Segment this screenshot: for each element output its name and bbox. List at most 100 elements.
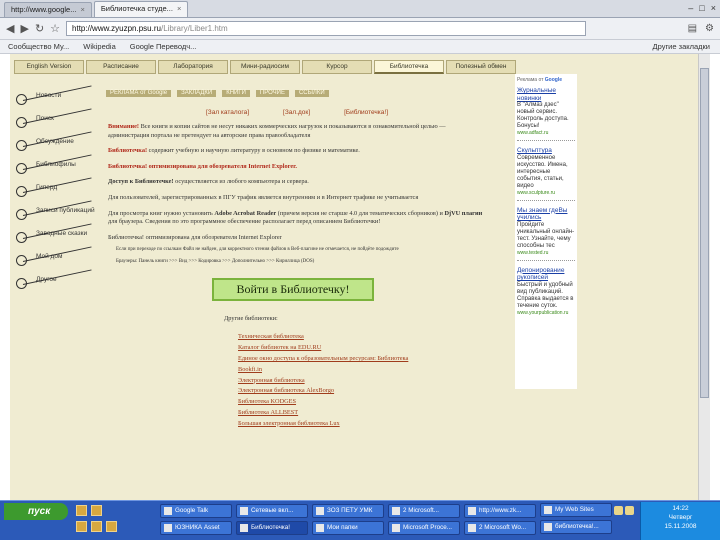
ad-desc: Пройдите уникальный онлайн-тест. Узнайте… bbox=[517, 221, 575, 249]
browser-tab-active[interactable]: Библиотечка студе... × bbox=[93, 1, 189, 17]
tray-icon[interactable] bbox=[625, 506, 634, 515]
close-icon[interactable]: × bbox=[80, 5, 84, 14]
subtab[interactable]: ЗАКЛАДКИ bbox=[177, 90, 217, 97]
close-icon[interactable]: × bbox=[177, 4, 181, 13]
app-icon[interactable] bbox=[106, 521, 117, 532]
taskbar-button[interactable]: ЮЗНИКА Asset bbox=[160, 521, 232, 535]
library-link[interactable]: Каталог библиотек на EDU.RU bbox=[238, 343, 492, 354]
taskbar-button[interactable]: http://www.zk... bbox=[464, 504, 536, 518]
leftnav-item[interactable]: Другое bbox=[14, 269, 104, 297]
leftnav-label: Мой дом bbox=[36, 253, 63, 260]
close-window-icon[interactable]: × bbox=[711, 3, 716, 13]
reader-text: Для просмотра книг нужно установить bbox=[108, 209, 215, 217]
topnav-item[interactable]: Полезный обмен bbox=[446, 60, 516, 74]
library-link[interactable]: Техническая библиотека bbox=[238, 332, 492, 343]
browser-tab[interactable]: http://www.google... × bbox=[4, 2, 92, 17]
topnav-item-active[interactable]: Библиотечка bbox=[374, 60, 444, 74]
djvu-link[interactable]: DjVU плагин bbox=[444, 210, 482, 217]
back-icon[interactable]: ◀ bbox=[6, 22, 14, 35]
ad-desc: Быстрый и удобный вид публикаций. Справк… bbox=[517, 281, 574, 309]
ad-url[interactable]: www.yourpublication.ru bbox=[517, 310, 575, 316]
section-link[interactable]: [Библиотечка!] bbox=[344, 109, 388, 116]
tray-icon[interactable] bbox=[614, 506, 623, 515]
subtab[interactable]: РЕКЛАМА от Google bbox=[106, 90, 172, 97]
taskbar-button[interactable]: библиотечка!... bbox=[540, 520, 612, 534]
bookmarks-bar: Сообщество Му... Wikipedia Google Перево… bbox=[0, 40, 720, 54]
taskbar-button[interactable]: Google Talk bbox=[160, 504, 232, 518]
bookmark-item[interactable]: Google Переводч... bbox=[130, 42, 197, 51]
ad-title[interactable]: Депонирование рукописей bbox=[517, 267, 575, 282]
maximize-icon[interactable]: □ bbox=[699, 3, 704, 13]
subtab[interactable]: ССЫЛКИ bbox=[294, 90, 329, 97]
library-link[interactable]: Библиотека KODGES bbox=[238, 397, 492, 408]
leftnav-label: Гиперд bbox=[36, 184, 58, 191]
bookmark-item[interactable]: Wikipedia bbox=[83, 42, 116, 51]
library-link[interactable]: Электронная библиотека AlexBorgo bbox=[238, 386, 492, 397]
reader-link[interactable]: Adobe Acrobat Reader bbox=[214, 210, 276, 217]
library-link[interactable]: Единое окно доступа к образовательным ре… bbox=[238, 354, 492, 365]
other-bookmarks[interactable]: Другие закладки bbox=[653, 42, 710, 51]
taskbar-button-active[interactable]: Библиотечка! bbox=[236, 521, 308, 535]
topnav-item[interactable]: Мини-радиосим bbox=[230, 60, 300, 74]
forward-icon[interactable]: ▶ bbox=[20, 22, 28, 35]
taskbar-button[interactable]: 2 Microsoft... bbox=[388, 504, 460, 518]
minimize-icon[interactable]: – bbox=[688, 3, 693, 13]
reader-text: (причем версия не старше 4.0 для тематич… bbox=[276, 209, 445, 217]
site-leftnav: Новости Поиск Обсуждение Библиофилы Гипе… bbox=[14, 85, 104, 297]
scrollbar-thumb[interactable] bbox=[700, 68, 709, 398]
browser-tabbar: http://www.google... × Библиотечка студе.… bbox=[0, 0, 720, 18]
library-link[interactable]: Библиотека ALLBEST bbox=[238, 408, 492, 419]
library-link[interactable]: Большая электронная библиотека Lux bbox=[238, 419, 492, 430]
optimized-note-2: Библиотечка! оптимизирована для обозрева… bbox=[108, 233, 282, 241]
google-ads-panel: Реклама от Google Журнальные новинки В "… bbox=[515, 74, 577, 389]
taskbar-button[interactable]: Мои папки bbox=[312, 521, 384, 535]
google-logo[interactable]: Google bbox=[545, 77, 562, 83]
subtab[interactable]: ПРОЧИЕ bbox=[255, 90, 289, 97]
bookmark-item[interactable]: Сообщество Му... bbox=[8, 42, 69, 51]
taskbar-button[interactable]: Microsoft Proce... bbox=[388, 521, 460, 535]
sub-tabs: РЕКЛАМА от Google ЗАКЛАДКИ КНИГИ ПРОЧИЕ … bbox=[102, 90, 492, 97]
section-link[interactable]: [Зал каталога] bbox=[206, 109, 249, 116]
url-field[interactable]: http://www.zyuzpn.psu.ru/Library/Liber1.… bbox=[66, 21, 587, 36]
ad-url[interactable]: www.adfact.ru bbox=[517, 130, 575, 136]
clock[interactable]: 14:22 Четверг 15.11.2008 bbox=[640, 502, 720, 540]
divider bbox=[517, 140, 575, 141]
ad-url[interactable]: www.sculpture.ru bbox=[517, 190, 575, 196]
enter-library-button[interactable]: Войти в Библиотечку! bbox=[212, 278, 374, 302]
topnav-item[interactable]: Лаборатория bbox=[158, 60, 228, 74]
topnav-item[interactable]: Курсор bbox=[302, 60, 372, 74]
subtab[interactable]: КНИГИ bbox=[222, 90, 250, 97]
library-link[interactable]: Bookfi.in bbox=[238, 365, 492, 376]
taskbar-button[interactable]: ЗОЗ ПЕТУ УМК bbox=[312, 504, 384, 518]
desktop-icon[interactable] bbox=[76, 521, 87, 532]
ad-item: Мы знаем гдеВы учились Пройдите уникальн… bbox=[517, 207, 575, 261]
star-icon[interactable]: ☆ bbox=[50, 22, 60, 35]
page-icon[interactable]: ▤ bbox=[688, 23, 697, 34]
taskbar-button[interactable]: 2 Microsoft Wo... bbox=[464, 521, 536, 535]
ads-by-google: Реклама от Google bbox=[517, 77, 575, 83]
section-link[interactable]: [Зал.док] bbox=[283, 109, 310, 116]
window-controls: – □ × bbox=[688, 3, 716, 13]
ad-title[interactable]: Скульптура bbox=[517, 147, 575, 155]
start-button[interactable]: пуск bbox=[4, 503, 68, 520]
taskbar-button[interactable]: Сетевые вкл... bbox=[236, 504, 308, 518]
ad-url[interactable]: www.tested.ru bbox=[517, 250, 575, 256]
vertical-scrollbar[interactable] bbox=[698, 54, 710, 500]
reader-note: Для просмотра книг нужно установить Adob… bbox=[102, 210, 492, 227]
wrench-icon[interactable]: ⚙ bbox=[705, 23, 714, 34]
folder-icon[interactable] bbox=[76, 505, 87, 516]
other-libraries-list: Техническая библиотека Каталог библиотек… bbox=[238, 332, 492, 429]
topnav-item[interactable]: Расписание bbox=[86, 60, 156, 74]
topnav-item[interactable]: English Version bbox=[14, 60, 84, 74]
media-icon[interactable] bbox=[91, 521, 102, 532]
ad-title[interactable]: Журнальные новинки bbox=[517, 87, 575, 102]
leftnav-label: Обсуждение bbox=[36, 138, 74, 145]
clock-time: 14:22 bbox=[672, 505, 689, 512]
reload-icon[interactable]: ↻ bbox=[35, 22, 44, 35]
quick-launch bbox=[76, 505, 102, 516]
taskbar-button[interactable]: My Web Sites bbox=[540, 503, 612, 517]
library-link[interactable]: Электронная библиотека bbox=[238, 376, 492, 387]
ad-title[interactable]: Мы знаем гдеВы учились bbox=[517, 207, 575, 222]
leftnav-label: Записи публикаций bbox=[36, 207, 95, 214]
browser-icon[interactable] bbox=[91, 505, 102, 516]
